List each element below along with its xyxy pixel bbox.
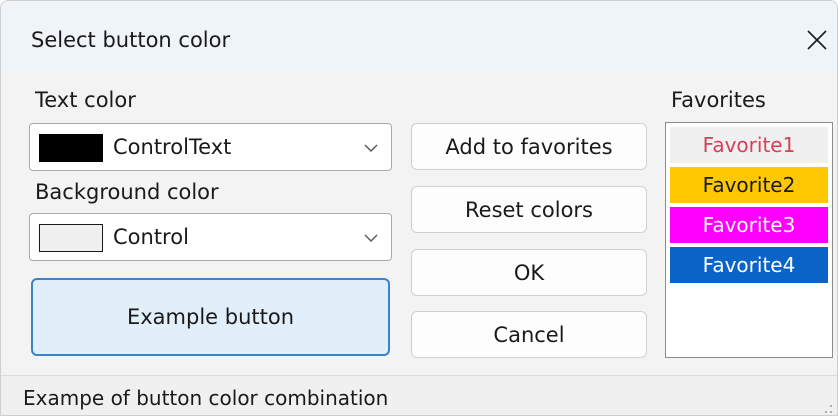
reset-colors-label: Reset colors (465, 197, 593, 222)
example-button-label: Example button (126, 305, 295, 329)
reset-colors-button[interactable]: Reset colors (411, 186, 647, 233)
status-text: Exampe of button color combination (23, 386, 389, 410)
example-button[interactable]: Example button (31, 278, 390, 356)
window-title: Select button color (31, 28, 231, 52)
status-bar: Exampe of button color combination (1, 375, 837, 415)
close-icon (807, 30, 827, 50)
resize-grip-icon[interactable] (823, 404, 833, 414)
text-color-value: ControlText (113, 135, 232, 159)
chevron-down-icon (364, 234, 378, 242)
favorite-item-label: Favorite2 (702, 173, 796, 197)
background-color-swatch (39, 224, 103, 252)
ok-button[interactable]: OK (411, 249, 647, 296)
text-color-combobox[interactable]: ControlText (29, 123, 392, 171)
favorite-item-label: Favorite4 (702, 253, 796, 277)
background-color-value: Control (113, 225, 189, 249)
favorite-item-1[interactable]: Favorite1 (670, 127, 828, 163)
add-to-favorites-button[interactable]: Add to favorites (411, 123, 647, 170)
cancel-button[interactable]: Cancel (411, 311, 647, 358)
add-to-favorites-label: Add to favorites (445, 134, 613, 159)
chevron-down-icon (364, 144, 378, 152)
favorite-item-label: Favorite3 (702, 213, 796, 237)
favorites-list[interactable]: Favorite1 Favorite2 Favorite3 Favorite4 (665, 122, 833, 358)
background-color-combobox[interactable]: Control (29, 213, 392, 261)
cancel-label: Cancel (493, 322, 565, 347)
text-color-swatch (39, 134, 103, 162)
ok-label: OK (513, 260, 545, 285)
close-button[interactable] (797, 19, 837, 61)
favorite-item-4[interactable]: Favorite4 (670, 247, 828, 283)
title-bar: Select button color (1, 1, 837, 71)
background-color-label: Background color (35, 180, 219, 204)
favorite-item-2[interactable]: Favorite2 (670, 167, 828, 203)
text-color-label: Text color (35, 88, 136, 112)
select-button-color-dialog: Select button color Text color ControlTe… (0, 0, 838, 416)
favorite-item-label: Favorite1 (702, 133, 796, 157)
favorites-label: Favorites (671, 88, 766, 112)
favorite-item-3[interactable]: Favorite3 (670, 207, 828, 243)
